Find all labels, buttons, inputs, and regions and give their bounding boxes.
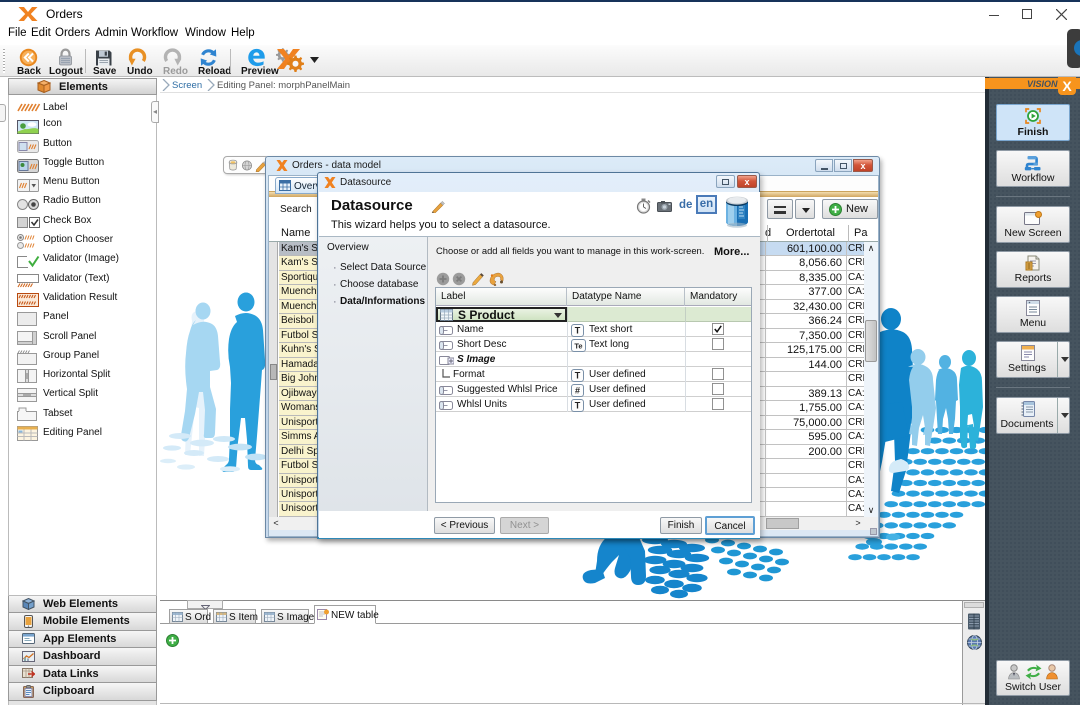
svg-text:Te: Te — [574, 342, 582, 351]
svg-text:T: T — [575, 326, 581, 336]
svg-text:#: # — [575, 386, 580, 396]
svg-text:T: T — [575, 371, 581, 381]
svg-text:T: T — [575, 401, 581, 411]
